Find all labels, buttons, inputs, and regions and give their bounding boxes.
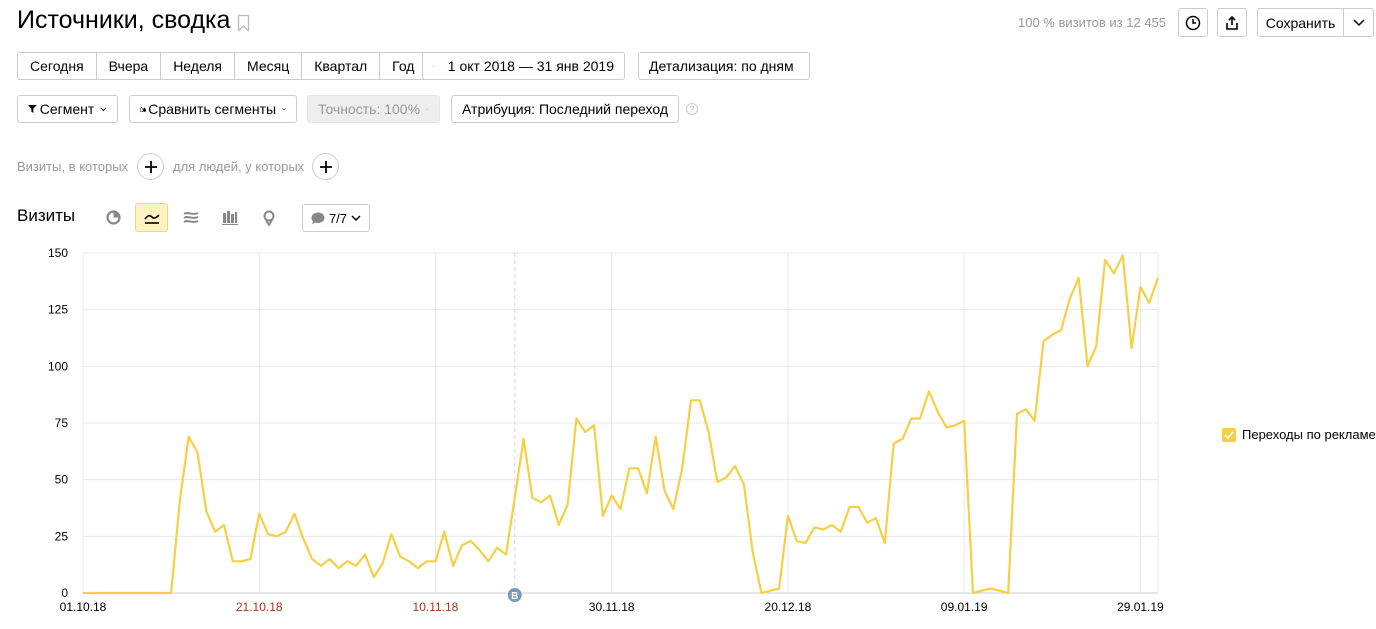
chart-section-title: Визиты xyxy=(17,206,76,225)
x-tick-label: 30.11.18 xyxy=(589,600,635,614)
chevron-down-icon xyxy=(426,108,429,110)
x-tick-label: 09.01.19 xyxy=(941,600,988,614)
detail-dropdown[interactable]: Детализация: по дням xyxy=(638,52,810,80)
x-tick-label: 20.12.18 xyxy=(765,600,812,614)
map-pin-icon xyxy=(263,210,274,226)
compare-segments-label: Сравнить сегменты xyxy=(148,101,277,117)
plus-icon xyxy=(144,160,157,173)
pie-chart-icon xyxy=(106,210,121,225)
line-chart-icon xyxy=(143,213,160,224)
x-tick-label: 21.10.18 xyxy=(236,600,283,614)
x-axis-ticks: 01.10.18 21.10.18 10.11.18 30.11.18 20.12.18… xyxy=(60,600,1164,614)
y-tick-label: 0 xyxy=(61,586,68,600)
detail-label: Детализация: по дням xyxy=(649,58,794,74)
line-view-button[interactable] xyxy=(135,203,168,232)
clock-icon xyxy=(1185,15,1201,30)
history-button[interactable] xyxy=(1178,8,1208,37)
annotation-label: B xyxy=(511,591,518,602)
visits-line-chart: 0 25 50 75 100 125 150 01.10.18 21.10.18 10.11.1… xyxy=(48,246,1164,614)
map-view-button[interactable] xyxy=(252,203,285,232)
chevron-down-icon xyxy=(100,106,107,111)
comment-icon xyxy=(311,212,325,224)
attribution-label: Атрибуция: Последний переход xyxy=(462,101,669,117)
date-range-button[interactable]: 1 окт 2018 — 31 янв 2019 xyxy=(422,52,625,80)
notes-dropdown[interactable]: 7/7 xyxy=(302,204,370,232)
bar-chart-icon xyxy=(221,210,238,225)
save-dropdown-button[interactable] xyxy=(1344,8,1374,37)
y-tick-label: 50 xyxy=(55,473,69,487)
save-button[interactable]: Сохранить xyxy=(1257,8,1344,37)
segment-button[interactable]: Сегмент xyxy=(17,95,118,123)
notes-count: 7/7 xyxy=(328,210,348,226)
date-range-label: 1 окт 2018 — 31 янв 2019 xyxy=(447,58,614,74)
visits-condition-label: Визиты, в которых xyxy=(17,159,129,174)
page-title: Источники, сводка xyxy=(17,6,231,34)
y-tick-label: 125 xyxy=(48,303,68,317)
legend-label: Переходы по рекламе xyxy=(1242,427,1376,442)
period-month[interactable]: Месяц xyxy=(235,52,303,80)
chevron-down-icon xyxy=(351,214,361,221)
y-axis-ticks: 0 25 50 75 100 125 150 xyxy=(48,246,68,600)
accuracy-label: Точность: 100% xyxy=(318,101,421,117)
drops-icon xyxy=(140,106,147,112)
area-view-button[interactable] xyxy=(174,203,207,232)
grid-lines-horizontal xyxy=(83,252,1158,594)
period-yesterday[interactable]: Вчера xyxy=(96,52,162,80)
column-view-button[interactable] xyxy=(213,203,246,232)
y-tick-label: 25 xyxy=(55,529,69,543)
bookmark-icon[interactable] xyxy=(237,14,250,32)
attribution-dropdown[interactable]: Атрибуция: Последний переход xyxy=(451,95,679,123)
annotation-marker[interactable]: B xyxy=(507,588,522,602)
compare-segments-button[interactable]: Сравнить сегменты xyxy=(129,95,297,123)
calendar-icon xyxy=(433,65,434,67)
add-visit-condition-button[interactable] xyxy=(137,153,164,180)
period-quarter[interactable]: Квартал xyxy=(302,52,381,80)
period-selector: Сегодня Вчера Неделя Месяц Квартал Год xyxy=(17,52,428,80)
filter-icon xyxy=(28,104,37,114)
people-condition-label: для людей, у которых xyxy=(173,159,305,174)
period-today[interactable]: Сегодня xyxy=(17,52,97,80)
stacked-area-icon xyxy=(182,212,198,223)
share-icon xyxy=(1226,15,1238,30)
segment-label: Сегмент xyxy=(39,101,95,117)
chevron-down-icon xyxy=(1352,18,1365,26)
y-tick-label: 100 xyxy=(48,359,68,373)
period-year[interactable]: Год xyxy=(380,52,428,80)
x-tick-label: 10.11.18 xyxy=(413,600,459,614)
plus-icon xyxy=(319,160,332,173)
period-week[interactable]: Неделя xyxy=(161,52,236,80)
pie-view-button[interactable] xyxy=(97,203,130,232)
export-button[interactable] xyxy=(1217,8,1247,37)
visits-info: 100 % визитов из 12 455 xyxy=(1018,15,1167,30)
series-line-ad-clicks[interactable] xyxy=(83,254,1160,595)
y-tick-label: 75 xyxy=(55,416,69,430)
x-tick-label: 01.10.18 xyxy=(60,600,107,614)
legend-checkbox[interactable] xyxy=(1222,427,1236,442)
add-people-condition-button[interactable] xyxy=(312,153,339,180)
chevron-down-icon xyxy=(282,107,286,111)
help-icon[interactable]: ? xyxy=(686,103,698,115)
accuracy-dropdown[interactable]: Точность: 100% xyxy=(307,95,440,123)
check-icon xyxy=(1224,430,1234,439)
chart-legend: Переходы по рекламе xyxy=(1222,427,1376,442)
save-group: Сохранить xyxy=(1257,8,1374,37)
y-tick-label: 150 xyxy=(48,246,68,260)
x-tick-label: 29.01.19 xyxy=(1117,600,1164,614)
